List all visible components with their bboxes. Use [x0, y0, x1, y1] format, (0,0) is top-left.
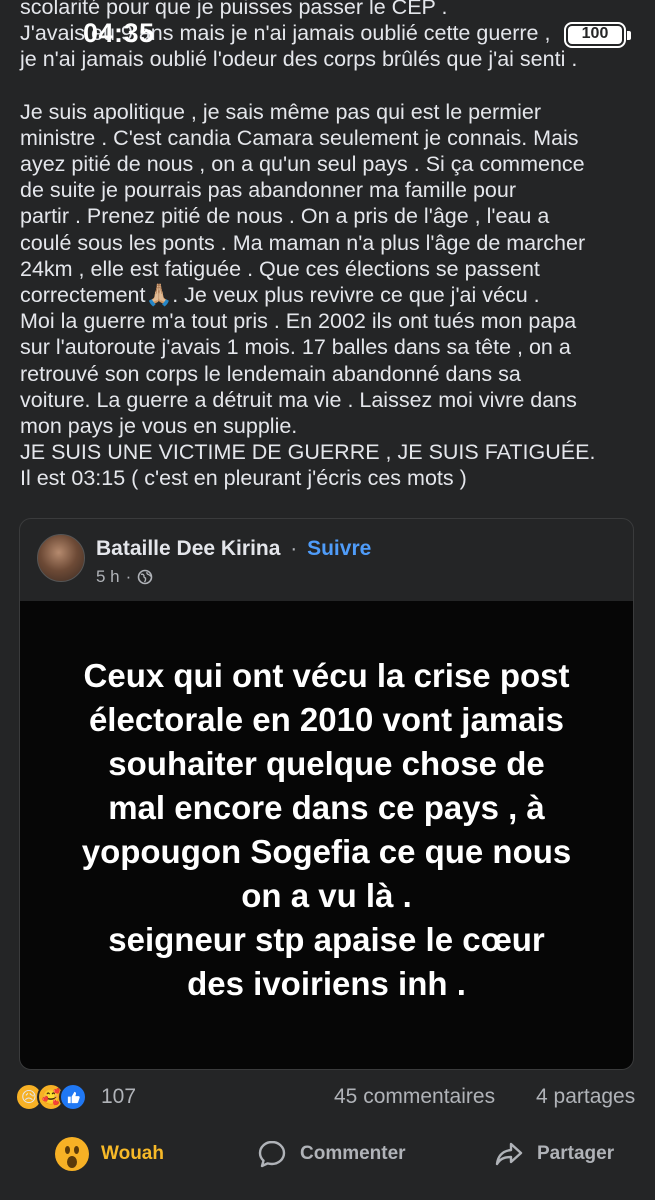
follow-button[interactable]: Suivre [307, 537, 371, 560]
post-line: 24km , elle est fatiguée . Que ces élect… [20, 256, 540, 281]
author-line: Bataille Dee Kirina · Suivre [96, 537, 371, 561]
shared-post-header: Bataille Dee Kirina · Suivre 5 h · [20, 519, 633, 601]
like-reaction-icon [59, 1083, 87, 1111]
image-text-line: souhaiter quelque chose de [108, 745, 545, 782]
post-line: JE SUIS UNE VICTIME DE GUERRE , JE SUIS … [20, 440, 596, 465]
post-line: correctement🙏🏼. Je veux plus revivre ce … [20, 283, 540, 308]
wouah-label: Wouah [101, 1143, 164, 1164]
wouah-button[interactable]: Wouah [55, 1135, 164, 1173]
meta-separator: · [125, 567, 132, 586]
shared-post-image[interactable]: Ceux qui ont vécu la crise post électora… [20, 601, 633, 1069]
post-line: coulé sous les ponts . Ma maman n'a plus… [20, 230, 586, 255]
author-name[interactable]: Bataille Dee Kirina [96, 537, 280, 560]
post-line: partir . Prenez pitié de nous . On a pri… [20, 204, 550, 229]
post-line: voiture. La guerre a détruit ma vie . La… [20, 387, 577, 412]
post-line: scolarité pour que je puisses passer le … [20, 0, 448, 19]
reaction-icons[interactable]: 😥 🥰 [15, 1083, 97, 1113]
comment-icon [258, 1140, 286, 1168]
post-line: mon pays je vous en supplie. [20, 414, 298, 439]
post-line: ayez pitié de nous , on a qu'un seul pay… [20, 152, 585, 177]
post-line: ministre . C'est candia Camara seulement… [20, 125, 579, 150]
comment-button[interactable]: Commenter [256, 1135, 406, 1173]
shares-count[interactable]: 4 partages [536, 1085, 635, 1109]
post-line: J'avais eu 9 ans mais je n'ai jamais oub… [20, 21, 551, 46]
image-text-line: mal encore dans ce pays , à [108, 789, 545, 826]
comments-count[interactable]: 45 commentaires [334, 1085, 495, 1109]
comment-label: Commenter [300, 1143, 406, 1164]
post-line: sur l'autoroute j'avais 1 mois. 17 balle… [20, 335, 571, 360]
post-line: Moi la guerre m'a tout pris . En 2002 il… [20, 309, 577, 334]
post-line: de suite je pourrais pas abandonner ma f… [20, 178, 516, 203]
post-line: Il est 03:15 ( c'est en pleurant j'écris… [20, 466, 467, 491]
wow-icon [55, 1137, 89, 1171]
image-text-line: des ivoiriens inh . [187, 965, 466, 1002]
separator-dot: · [290, 537, 298, 560]
image-text-line: on a vu là . [241, 877, 412, 914]
image-text-line: électorale en 2010 vont jamais [88, 701, 565, 738]
post-meta: 5 h · [96, 567, 153, 587]
post-time[interactable]: 5 h [96, 567, 120, 587]
image-text-line: Ceux qui ont vécu la crise post [83, 657, 570, 694]
share-icon [495, 1142, 523, 1166]
post-line: Je suis apolitique , je sais même pas qu… [20, 99, 542, 124]
globe-icon [138, 569, 153, 585]
reactions-summary: 😥 🥰 107 45 commentaires 4 partages [0, 1080, 655, 1118]
avatar[interactable] [37, 534, 85, 582]
share-button[interactable]: Partager [493, 1135, 614, 1173]
share-label: Partager [537, 1143, 615, 1164]
image-text-line: seigneur stp apaise le cœur [108, 921, 545, 958]
image-text-line: yopougon Sogefia ce que nous [81, 833, 572, 870]
post-line: je n'ai jamais oublié l'odeur des corps … [20, 47, 578, 72]
shared-post-card[interactable]: Bataille Dee Kirina · Suivre 5 h · Ceux … [19, 518, 634, 1070]
reaction-count[interactable]: 107 [101, 1085, 136, 1109]
post-line: retrouvé son corps le lendemain abandonn… [20, 361, 521, 386]
post-body: scolarité pour que je puisses passer le … [20, 0, 640, 492]
action-bar: Wouah Commenter Partager [0, 1125, 655, 1183]
